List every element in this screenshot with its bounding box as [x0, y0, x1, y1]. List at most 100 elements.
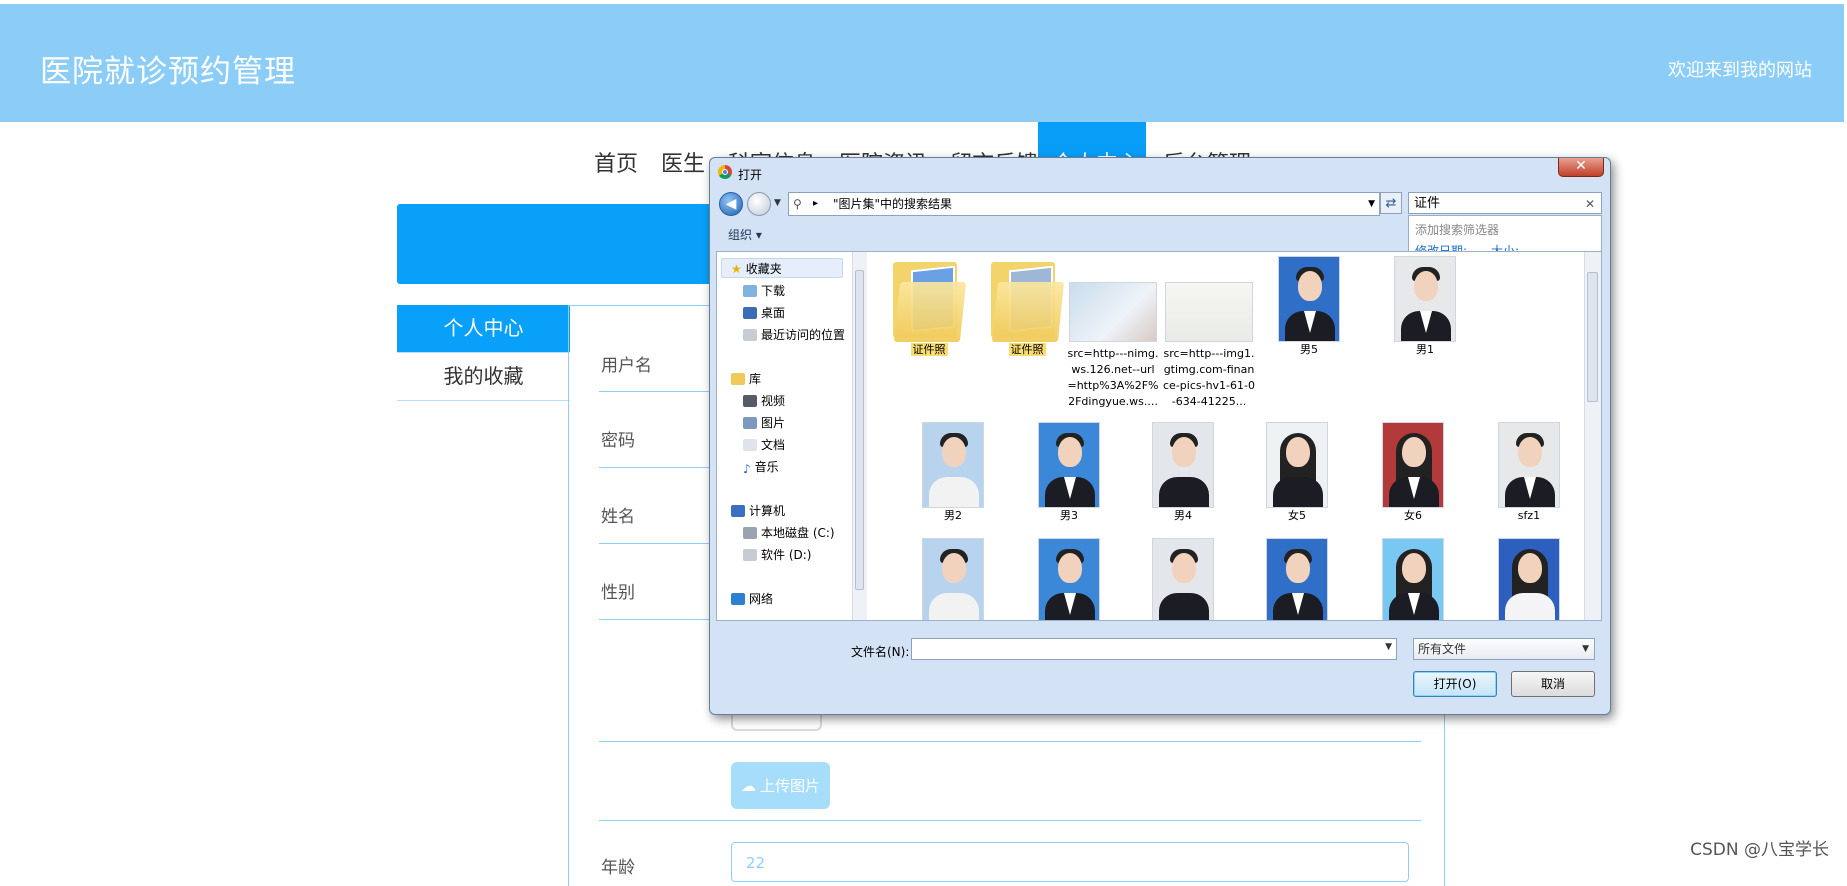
downloads-folder-icon [743, 285, 757, 297]
filename-input[interactable]: ▼ [911, 638, 1397, 660]
file-item-image[interactable] [903, 538, 1003, 620]
file-label: 男3 [1060, 509, 1078, 522]
file-item-image[interactable]: 男3 [1019, 422, 1119, 524]
video-icon [743, 395, 757, 407]
nav-home[interactable]: 首页 [594, 146, 638, 178]
site-header: 医院就诊预约管理 欢迎来到我的网站 [0, 4, 1844, 122]
watermark: CSDN @八宝学长 [1690, 840, 1829, 860]
tree-scrollbar[interactable] [852, 252, 867, 620]
file-item-image[interactable]: 女5 [1247, 422, 1347, 524]
chevron-down-icon[interactable]: ▼ [1385, 642, 1392, 652]
open-button[interactable]: 打开(O) [1413, 671, 1497, 697]
dialog-footer: 文件名(N): ▼ 所有文件 ▼ 打开(O) 取消 [716, 621, 1602, 707]
username-label: 用户名 [601, 356, 652, 376]
chrome-icon [718, 165, 732, 179]
age-label: 年龄 [601, 858, 635, 878]
tree-item-network[interactable]: 网络 [731, 590, 773, 607]
tree-item-pictures[interactable]: 图片 [743, 414, 785, 431]
organize-menu[interactable]: 组织 ▾ [728, 226, 762, 243]
tree-scroll-thumb[interactable] [855, 270, 864, 590]
tree-item-music[interactable]: ♪ 音乐 [743, 458, 779, 476]
file-label: 证件照 [1008, 343, 1046, 356]
file-item-image[interactable]: sfz1 [1479, 422, 1579, 524]
file-item-image[interactable]: 男1 [1375, 256, 1475, 358]
computer-icon [731, 505, 745, 517]
search-input[interactable]: 证件 ✕ [1408, 192, 1602, 214]
file-type-select[interactable]: 所有文件 ▼ [1413, 638, 1595, 660]
file-item-image[interactable]: src=http---img1.gtimg.com-finance-pics-h… [1159, 256, 1259, 410]
age-input[interactable]: 22 [731, 842, 1409, 882]
navigation-tree: ★ 收藏夹 下载 桌面 最近访问的位置 库 视频 图片 文档 ♪ 音乐 计算机 本地… [717, 252, 867, 620]
portrait-thumbnail [1382, 538, 1444, 620]
file-item-image[interactable] [1247, 538, 1347, 620]
address-dropdown-icon[interactable]: ▼ [1368, 193, 1375, 215]
file-label: 女6 [1404, 509, 1422, 522]
pictures-icon [743, 417, 757, 429]
back-button[interactable]: ◀ [719, 192, 743, 216]
file-label: sfz1 [1517, 509, 1541, 522]
file-item-image[interactable]: 男4 [1133, 422, 1233, 524]
id-card-thumbnail [1069, 282, 1157, 342]
nav-doctor[interactable]: 医生 [661, 146, 705, 178]
file-item-folder[interactable]: 证件照 [977, 256, 1077, 358]
folder-icon [893, 256, 967, 342]
tree-item-downloads[interactable]: 下载 [743, 282, 785, 299]
file-item-image[interactable] [1363, 538, 1463, 620]
refresh-button[interactable]: ⇄ [1380, 192, 1402, 214]
file-item-image[interactable]: 女6 [1363, 422, 1463, 524]
tree-item-favorites[interactable]: ★ 收藏夹 [731, 260, 782, 277]
tree-item-drive-c[interactable]: 本地磁盘 (C:) [743, 524, 835, 541]
portrait-thumbnail [1152, 538, 1214, 620]
upload-button-label: 上传图片 [759, 777, 820, 795]
file-item-image[interactable]: 男5 [1259, 256, 1359, 358]
file-item-image[interactable] [1019, 538, 1119, 620]
dialog-close-button[interactable]: ✕ [1558, 158, 1604, 177]
music-icon: ♪ [743, 462, 751, 476]
address-bar[interactable]: ⚲ ▸ "图片集"中的搜索结果 ▼ [788, 192, 1380, 216]
tree-item-computer[interactable]: 计算机 [731, 502, 785, 519]
file-item-image[interactable] [1479, 538, 1579, 620]
portrait-thumbnail [1394, 256, 1456, 342]
file-item-image[interactable] [1133, 538, 1233, 620]
file-item-folder[interactable]: 证件照 [879, 256, 979, 358]
tree-item-videos[interactable]: 视频 [743, 392, 785, 409]
tree-item-recent[interactable]: 最近访问的位置 [743, 326, 845, 343]
file-label: 证件照 [910, 343, 948, 356]
portrait-thumbnail [1498, 538, 1560, 620]
upload-image-button[interactable]: ☁ 上传图片 [731, 762, 830, 809]
file-label: 男5 [1300, 343, 1318, 356]
cancel-button[interactable]: 取消 [1511, 671, 1595, 697]
portrait-thumbnail [1498, 422, 1560, 508]
address-text: "图片集"中的搜索结果 [833, 197, 953, 211]
file-item-image[interactable]: 男2 [903, 422, 1003, 524]
tree-item-drive-d[interactable]: 软件 (D:) [743, 546, 811, 563]
drive-icon [743, 527, 757, 539]
file-label: 男1 [1416, 343, 1434, 356]
tree-item-desktop[interactable]: 桌面 [743, 304, 785, 321]
side-item-personal-center[interactable]: 个人中心 [397, 305, 570, 353]
dialog-toolbar: 组织 ▾ [716, 219, 1406, 247]
portrait-thumbnail [1266, 422, 1328, 508]
dialog-title: 打开 [738, 168, 763, 182]
portrait-thumbnail [922, 422, 984, 508]
tree-item-libraries[interactable]: 库 [731, 370, 761, 387]
welcome-text: 欢迎来到我的网站 [1668, 60, 1812, 81]
history-dropdown-icon[interactable]: ▼ [774, 198, 781, 208]
tree-item-documents[interactable]: 文档 [743, 436, 785, 453]
files-scroll-thumb[interactable] [1587, 272, 1598, 402]
file-browser: ★ 收藏夹 下载 桌面 最近访问的位置 库 视频 图片 文档 ♪ 音乐 计算机 本地… [716, 251, 1602, 621]
forward-button[interactable] [747, 192, 771, 216]
id-card-thumbnail [1165, 282, 1253, 342]
side-item-favorites[interactable]: 我的收藏 [397, 353, 570, 401]
drive-icon [743, 549, 757, 561]
clear-search-icon[interactable]: ✕ [1585, 193, 1595, 215]
side-menu: 个人中心 我的收藏 [397, 305, 570, 401]
documents-icon [743, 439, 757, 451]
portrait-thumbnail [1038, 422, 1100, 508]
file-label: src=http---nimg.ws.126.net--url=http%3A%… [1067, 347, 1159, 408]
file-label: 男2 [944, 509, 962, 522]
form-divider [599, 820, 1421, 821]
file-item-image[interactable]: src=http---nimg.ws.126.net--url=http%3A%… [1063, 256, 1163, 410]
file-label: 女5 [1288, 509, 1306, 522]
files-scrollbar[interactable] [1584, 252, 1601, 620]
